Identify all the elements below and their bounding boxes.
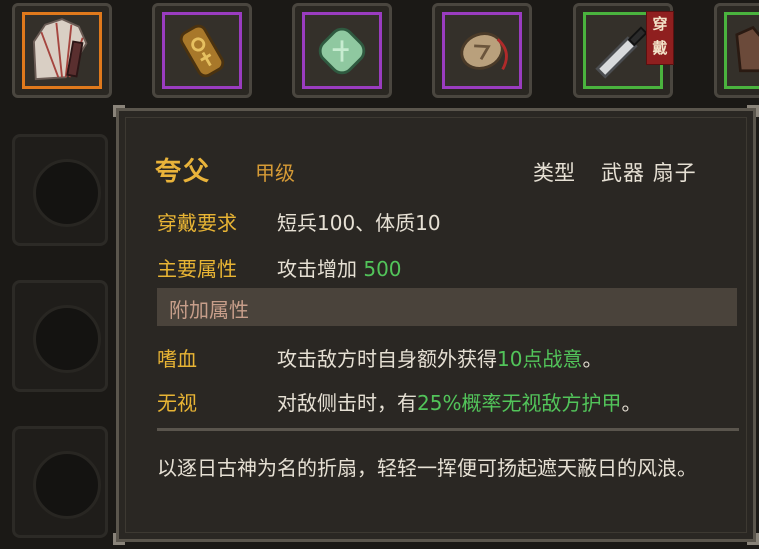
extra-attr-text: 攻击敌方时自身额外获得 [277, 347, 497, 371]
corner-ornament [747, 105, 759, 117]
item-tooltip: 夸父 甲级 类型 武器 扇子 穿戴要求 短兵100、体质10 主要属性 攻击增加… [113, 105, 759, 545]
pouch-icon [460, 32, 508, 71]
gold-ornament-icon [179, 24, 225, 78]
corner-ornament [113, 533, 125, 545]
corner-ornament [747, 533, 759, 545]
inventory-slot-fan[interactable] [12, 3, 112, 98]
extra-attr-text: 对敌侧击时，有 [277, 391, 417, 415]
extra-attr-description: 攻击敌方时自身额外获得10点战意。 [277, 343, 602, 372]
equipped-badge-char-1: 穿 [652, 15, 668, 33]
inventory-slot-jade[interactable] [292, 3, 392, 98]
item-description: 以逐日古神为名的折扇，轻轻一挥便可扬起遮天蔽日的风浪。 [157, 456, 697, 480]
main-attribute-number: 500 [363, 257, 402, 281]
extra-attr-highlight: 25%概率无视敌方护甲 [417, 391, 622, 415]
extra-attributes-header: 附加属性 [157, 288, 737, 326]
requirement-label: 穿戴要求 [157, 211, 237, 235]
main-attribute-value: 攻击增加 500 [277, 253, 402, 282]
item-type-label: 类型 [533, 161, 575, 185]
extra-attr-name: 无视 [157, 391, 197, 415]
inventory-slot-ornament[interactable] [152, 3, 252, 98]
extra-attr-text-end: 。 [621, 391, 642, 415]
item-grade: 甲级 [255, 161, 295, 185]
slot-socket [33, 159, 101, 227]
armor-icon [735, 25, 759, 73]
extra-attr-name: 嗜血 [157, 347, 197, 371]
jade-stone-icon [318, 27, 366, 75]
main-attribute-label: 主要属性 [157, 257, 237, 281]
inventory-slot-armor[interactable] [714, 3, 759, 98]
slot-socket [33, 451, 101, 519]
requirement-value: 短兵100、体质10 [277, 211, 441, 235]
corner-ornament [113, 105, 125, 117]
tooltip-divider [157, 428, 739, 431]
empty-slot[interactable] [12, 280, 108, 392]
folding-fan-icon [32, 18, 88, 81]
empty-slot[interactable] [12, 426, 108, 538]
item-type-value: 武器 扇子 [601, 161, 697, 185]
empty-slot[interactable] [12, 134, 108, 246]
inventory-slot-pouch[interactable] [432, 3, 532, 98]
extra-attr-description: 对敌侧击时，有25%概率无视敌方护甲。 [277, 387, 641, 416]
item-name: 夸父 [155, 157, 212, 187]
slot-socket [33, 305, 101, 373]
equipped-badge-char-2: 戴 [652, 39, 668, 57]
extra-attr-text-end: 。 [582, 347, 603, 371]
extra-attr-highlight: 10点战意 [497, 347, 583, 371]
equipped-badge: 穿 戴 [646, 11, 674, 65]
extra-attributes-label: 附加属性 [169, 298, 249, 322]
inventory-slot-blade[interactable]: 穿 戴 [573, 3, 674, 98]
main-attribute-text: 攻击增加 [277, 257, 357, 281]
